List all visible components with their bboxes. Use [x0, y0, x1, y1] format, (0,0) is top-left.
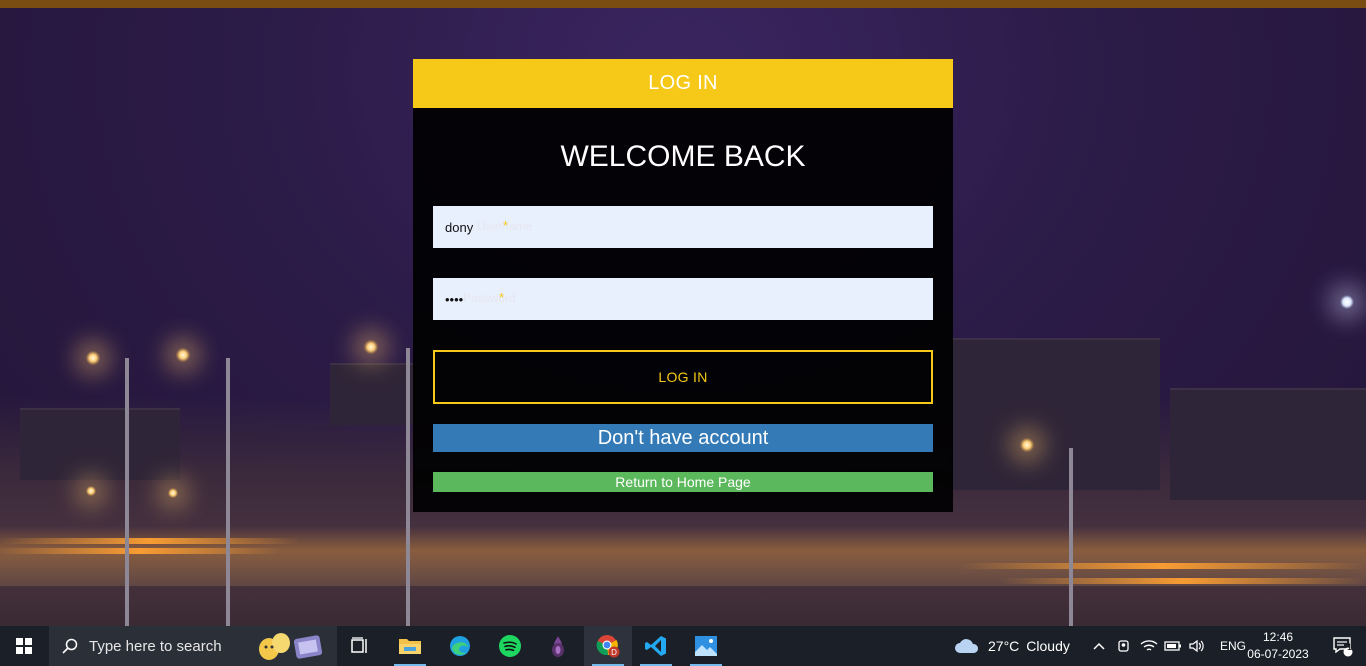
clock-time: 12:46 [1262, 630, 1294, 644]
background-road [0, 526, 1366, 586]
background-building [1170, 388, 1366, 500]
meet-now-icon[interactable] [1116, 638, 1132, 654]
street-pole [406, 348, 410, 626]
street-pole [125, 358, 129, 626]
login-card-title: LOG IN [648, 72, 718, 94]
taskbar-search-box[interactable]: Type here to search [49, 626, 337, 666]
cloud-icon [955, 639, 979, 653]
street-pole [226, 358, 230, 626]
notification-count-badge: 1 [1347, 642, 1353, 652]
search-highlight-icon [259, 633, 323, 660]
wifi-icon[interactable] [1140, 639, 1158, 653]
background-building [950, 338, 1160, 490]
taskbar-photos[interactable] [682, 626, 730, 666]
battery-icon[interactable] [1164, 640, 1182, 652]
return-home-button[interactable]: Return to Home Page [433, 472, 933, 492]
street-light [86, 486, 96, 496]
taskbar-edge[interactable] [436, 626, 484, 666]
tor-browser-icon [552, 636, 564, 657]
login-card-header: LOG IN [413, 59, 953, 108]
light-streak [0, 548, 280, 554]
password-field[interactable]: Password * [433, 278, 933, 320]
chevron-up-icon[interactable] [1092, 641, 1106, 651]
username-input[interactable] [433, 206, 933, 248]
spotify-icon [499, 635, 521, 657]
edge-icon [450, 636, 470, 656]
search-icon [62, 638, 78, 654]
street-light [1340, 295, 1354, 309]
volume-icon[interactable] [1188, 639, 1206, 653]
taskbar-file-explorer[interactable] [386, 626, 434, 666]
taskbar-vscode[interactable] [632, 626, 680, 666]
chrome-icon: D [596, 635, 620, 658]
street-light [1020, 438, 1034, 452]
windows-taskbar: Type here to search D 27°C Cloudy ENG 12… [0, 626, 1366, 666]
search-placeholder: Type here to search [89, 637, 222, 655]
light-streak [0, 538, 300, 544]
light-streak [960, 563, 1366, 569]
street-light [176, 348, 190, 362]
username-field[interactable]: Username * [433, 206, 933, 248]
weather-widget[interactable]: 27°C Cloudy [954, 626, 1070, 666]
background-building [20, 408, 180, 480]
welcome-heading: WELCOME BACK [560, 140, 806, 173]
street-light [168, 488, 178, 498]
top-accent-bar [0, 0, 1366, 8]
login-card: LOG IN WELCOME BACK Username * Password … [413, 59, 953, 512]
clock-date: 06-07-2023 [1247, 647, 1309, 661]
task-view-button[interactable] [336, 626, 384, 666]
taskbar-spotify[interactable] [486, 626, 534, 666]
svg-text:D: D [611, 648, 617, 657]
photos-icon [695, 636, 717, 656]
task-view-icon [351, 637, 367, 653]
street-pole [1069, 448, 1073, 626]
street-light [86, 351, 100, 365]
file-explorer-icon [399, 639, 421, 654]
start-button[interactable] [0, 626, 48, 666]
signup-button[interactable]: Don't have account [433, 424, 933, 452]
notification-center-button[interactable]: 1 [1320, 626, 1366, 666]
system-tray: ENG [1090, 626, 1246, 666]
taskbar-tor-browser[interactable] [534, 626, 582, 666]
light-streak [1000, 578, 1366, 584]
windows-logo-icon [16, 638, 32, 654]
street-light [364, 340, 378, 354]
login-button[interactable]: LOG IN [433, 350, 933, 404]
vscode-icon [645, 636, 666, 656]
weather-condition: Cloudy [1026, 638, 1070, 654]
taskbar-chrome[interactable]: D [584, 626, 632, 666]
password-input[interactable] [433, 278, 933, 320]
weather-temperature: 27°C [988, 638, 1020, 654]
taskbar-clock[interactable]: 12:46 06-07-2023 [1240, 629, 1316, 663]
